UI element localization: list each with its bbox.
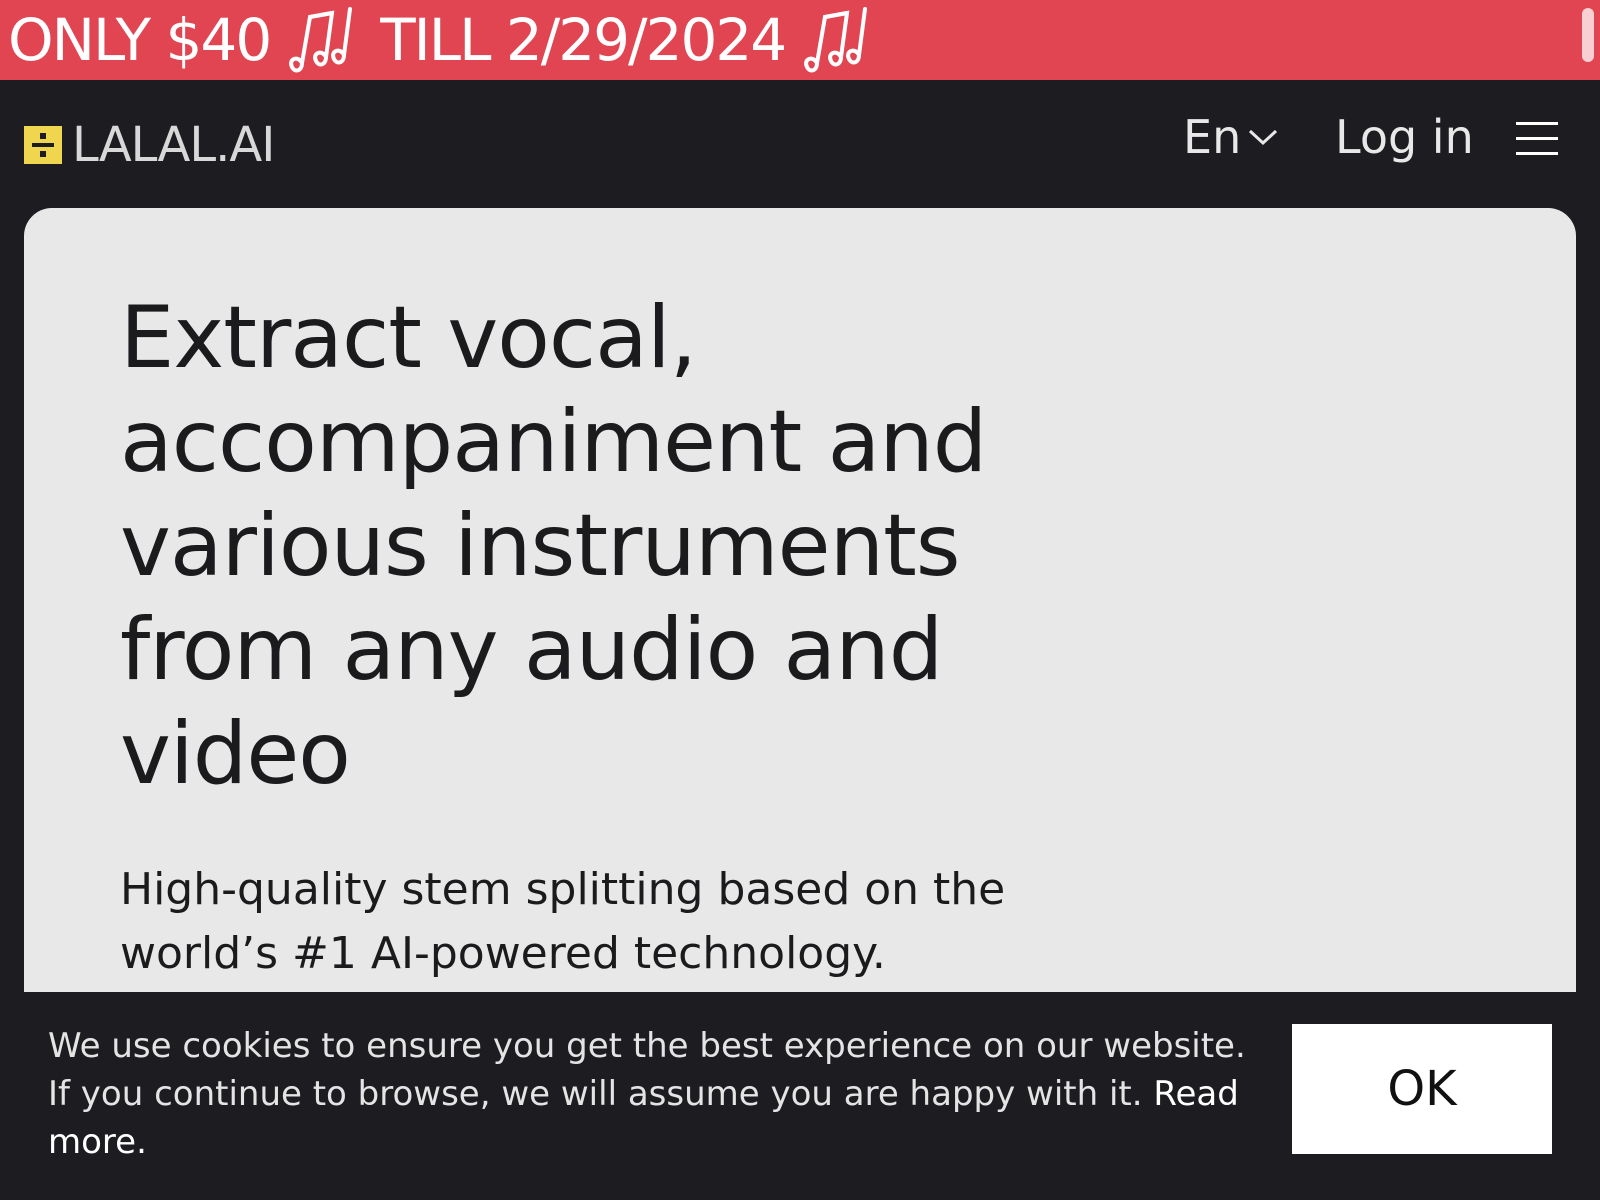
logo-icon	[24, 126, 62, 164]
music-notes-icon	[804, 7, 868, 73]
login-link[interactable]: Log in	[1335, 110, 1474, 164]
language-selector[interactable]: En	[1183, 110, 1279, 164]
language-label: En	[1183, 110, 1242, 164]
cookie-ok-button[interactable]: OK	[1292, 1024, 1552, 1154]
promo-deadline: TILL 2/29/2024	[380, 6, 787, 74]
logo[interactable]: LALAL.AI	[24, 117, 275, 173]
chevron-down-icon	[1249, 129, 1278, 146]
scrollbar[interactable]	[1582, 8, 1594, 62]
cookie-banner: We use cookies to ensure you get the bes…	[0, 992, 1600, 1200]
promo-text: ONLY $40 TILL 2/29/2024	[8, 0, 895, 80]
menu-icon[interactable]	[1516, 122, 1558, 156]
hero-card: Extract vocal, accompaniment and various…	[24, 208, 1576, 1008]
music-notes-icon	[289, 7, 353, 73]
cookie-text: We use cookies to ensure you get the bes…	[48, 1026, 1246, 1114]
hero-subheadline: High-quality stem splitting based on the…	[120, 864, 1006, 979]
site-header: LALAL.AI En Log in	[0, 80, 1600, 208]
logo-text: LALAL.AI	[72, 117, 275, 173]
hero-headline: Extract vocal, accompaniment and various…	[120, 288, 987, 804]
promo-price: ONLY $40	[8, 6, 272, 74]
promo-banner[interactable]: ONLY $40 TILL 2/29/2024	[0, 0, 1600, 80]
cookie-message: We use cookies to ensure you get the bes…	[48, 1022, 1248, 1166]
